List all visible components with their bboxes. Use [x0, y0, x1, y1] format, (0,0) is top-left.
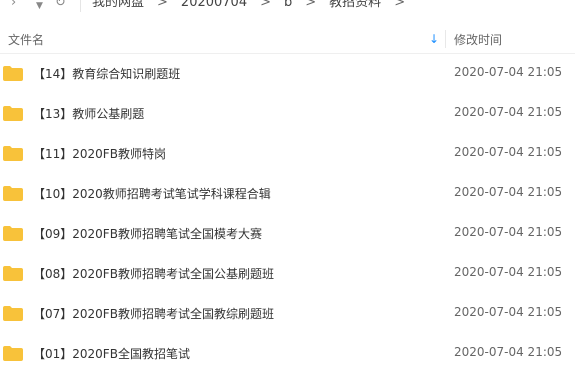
folder-icon: [3, 66, 23, 81]
file-modified-time: 2020-07-04 21:05: [454, 265, 563, 279]
file-row[interactable]: 【13】教师公基刷题 2020-07-04 21:05: [0, 94, 575, 134]
file-name[interactable]: 【11】2020FB教师特岗: [33, 145, 166, 162]
column-header-time[interactable]: 修改时间: [454, 31, 502, 48]
file-row[interactable]: 【07】2020FB教师招聘考试全国教综刷题班 2020-07-04 21:05: [0, 294, 575, 334]
column-divider[interactable]: [445, 30, 446, 48]
file-row[interactable]: 【09】2020FB教师招聘笔试全国模考大赛 2020-07-04 21:05: [0, 214, 575, 254]
file-name[interactable]: 【14】教育综合知识刷题班: [33, 65, 180, 82]
file-modified-time: 2020-07-04 21:05: [454, 65, 563, 79]
file-name[interactable]: 【13】教师公基刷题: [33, 105, 144, 122]
breadcrumb-separator: >: [394, 0, 406, 10]
file-name[interactable]: 【01】2020FB全国教招笔试: [33, 345, 190, 362]
folder-icon: [3, 186, 23, 201]
dropdown-icon[interactable]: ▼: [36, 0, 43, 13]
folder-icon: [3, 106, 23, 121]
file-row[interactable]: 【11】2020FB教师特岗 2020-07-04 21:05: [0, 134, 575, 174]
refresh-icon[interactable]: ↻: [55, 0, 66, 10]
file-modified-time: 2020-07-04 21:05: [454, 145, 563, 159]
folder-icon: [3, 226, 23, 241]
file-row[interactable]: 【01】2020FB全国教招笔试 2020-07-04 21:05: [0, 334, 575, 374]
file-modified-time: 2020-07-04 21:05: [454, 305, 563, 319]
folder-icon: [3, 306, 23, 321]
breadcrumb-separator: >: [260, 0, 271, 10]
breadcrumb-separator: >: [157, 0, 168, 10]
sort-down-icon[interactable]: ↓: [429, 32, 439, 46]
breadcrumb-item[interactable]: b: [284, 0, 292, 11]
file-modified-time: 2020-07-04 21:05: [454, 345, 563, 359]
file-modified-time: 2020-07-04 21:05: [454, 225, 563, 239]
file-name[interactable]: 【07】2020FB教师招聘考试全国教综刷题班: [33, 305, 274, 322]
file-name[interactable]: 【08】2020FB教师招聘考试全国公基刷题班: [33, 265, 274, 282]
breadcrumb-separator: >: [305, 0, 317, 10]
file-name[interactable]: 【10】2020教师招聘考试笔试学科课程合辑: [33, 185, 271, 202]
file-row[interactable]: 【08】2020FB教师招聘考试全国公基刷题班 2020-07-04 21:05: [0, 254, 575, 294]
column-header-name[interactable]: 文件名: [8, 31, 44, 48]
toolbar-divider: [80, 0, 81, 12]
forward-icon[interactable]: ›: [11, 0, 16, 10]
folder-icon: [3, 346, 23, 361]
file-modified-time: 2020-07-04 21:05: [454, 105, 563, 119]
folder-icon: [3, 266, 23, 281]
file-row[interactable]: 【10】2020教师招聘考试笔试学科课程合辑 2020-07-04 21:05: [0, 174, 575, 214]
file-modified-time: 2020-07-04 21:05: [454, 185, 563, 199]
file-name[interactable]: 【09】2020FB教师招聘笔试全国模考大赛: [33, 225, 262, 242]
folder-icon: [3, 146, 23, 161]
file-list-header: 文件名 ↓ 修改时间: [0, 27, 575, 54]
file-row[interactable]: 【14】教育综合知识刷题班 2020-07-04 21:05: [0, 54, 575, 94]
breadcrumb: 我的网盘 >20200704 > b > 教招资料 >: [92, 0, 418, 11]
breadcrumb-item[interactable]: 教招资料: [329, 0, 381, 11]
breadcrumb-item[interactable]: 我的网盘: [92, 0, 144, 11]
toolbar: › ▼ ↻ 我的网盘 >20200704 > b > 教招资料 >: [0, 0, 575, 13]
breadcrumb-item[interactable]: 20200704: [181, 0, 247, 11]
